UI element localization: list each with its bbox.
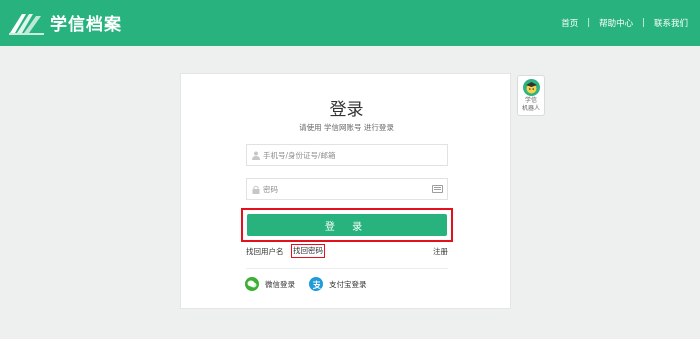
wechat-icon — [245, 277, 259, 291]
site-logo[interactable]: 学信档案 — [8, 10, 122, 35]
find-password-link[interactable]: 找回密码 — [291, 244, 325, 258]
wechat-login-button[interactable]: 微信登录 — [245, 277, 295, 291]
nav-separator: | — [587, 18, 591, 28]
top-nav: 首页 | 帮助中心 | 联系我们 — [561, 17, 688, 29]
keyboard-icon[interactable] — [432, 185, 443, 193]
robot-avatar-icon — [523, 79, 540, 96]
login-button-highlight: 登 录 — [241, 208, 453, 242]
password-field[interactable] — [246, 178, 448, 200]
find-username-link[interactable]: 找回用户名 — [246, 246, 284, 257]
alipay-login-button[interactable]: 支付宝登录 — [309, 277, 367, 291]
wechat-login-label: 微信登录 — [265, 279, 295, 289]
login-title: 登录 — [329, 100, 364, 120]
top-header: 学信档案 首页 | 帮助中心 | 联系我们 — [0, 0, 700, 46]
register-link[interactable]: 注册 — [433, 246, 448, 257]
nav-help-link[interactable]: 帮助中心 — [599, 17, 633, 29]
user-icon — [252, 151, 260, 160]
robot-label-line1: 学信 — [524, 97, 537, 104]
nav-home-link[interactable]: 首页 — [561, 17, 578, 29]
book-logo-icon — [9, 13, 44, 35]
brand-name: 学信档案 — [50, 15, 122, 35]
alipay-login-label: 支付宝登录 — [329, 279, 367, 289]
nav-contact-link[interactable]: 联系我们 — [654, 17, 688, 29]
username-input[interactable] — [263, 146, 433, 164]
robot-label-line2: 机器人 — [521, 105, 540, 112]
password-input[interactable] — [263, 180, 433, 198]
chat-robot-widget[interactable]: 学信 机器人 — [517, 75, 545, 116]
login-button[interactable]: 登 录 — [247, 214, 447, 236]
login-subtitle: 请使用 学信网账号 进行登录 — [299, 123, 394, 132]
username-field[interactable] — [246, 144, 448, 166]
nav-separator: | — [642, 18, 645, 28]
login-card: 登录 请使用 学信网账号 进行登录 登 录 找回用户名 找回密码 注册 微 — [180, 73, 511, 309]
alipay-icon — [309, 277, 323, 291]
robot-label: 学信 机器人 — [518, 97, 544, 113]
divider — [246, 268, 448, 269]
account-links: 找回用户名 找回密码 注册 — [246, 244, 448, 258]
lock-icon — [252, 185, 260, 194]
